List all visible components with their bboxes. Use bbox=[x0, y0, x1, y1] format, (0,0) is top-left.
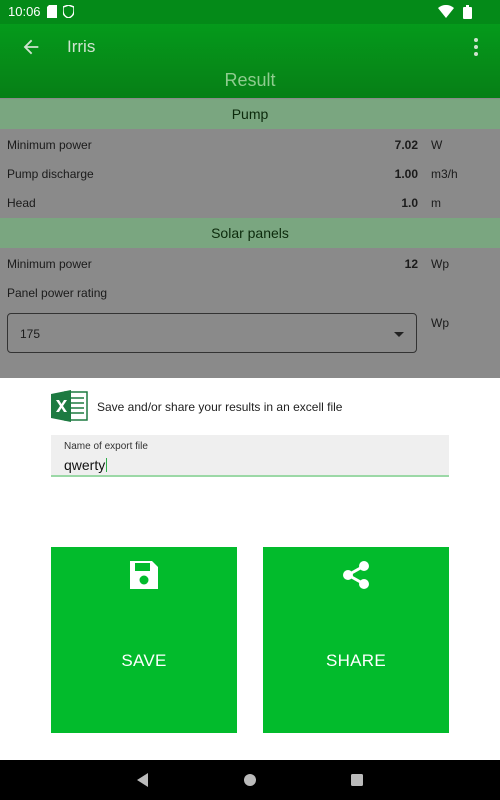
sd-card-icon bbox=[47, 5, 57, 18]
panel-rating-dropdown[interactable]: 175 bbox=[7, 313, 417, 353]
share-button[interactable]: SHARE bbox=[263, 547, 449, 733]
share-button-label: SHARE bbox=[325, 651, 387, 670]
row-unit: m bbox=[431, 196, 441, 210]
nav-back-icon[interactable] bbox=[135, 772, 151, 788]
app-bar: Irris Result bbox=[0, 24, 500, 98]
pump-row-discharge: Pump discharge 1.00 m3/h bbox=[0, 159, 500, 188]
pump-section-header: Pump bbox=[0, 99, 500, 129]
shield-icon bbox=[63, 5, 74, 18]
save-button[interactable]: SAVE bbox=[51, 547, 237, 733]
row-unit: m3/h bbox=[431, 167, 458, 181]
row-value: 12 bbox=[404, 257, 418, 271]
panel-rating-unit: Wp bbox=[431, 316, 449, 330]
arrow-back-icon[interactable] bbox=[20, 36, 42, 58]
row-unit: Wp bbox=[431, 257, 449, 271]
nav-recents-icon[interactable] bbox=[349, 772, 365, 788]
export-filename-input[interactable]: qwerty bbox=[64, 457, 108, 473]
status-bar: 10:06 bbox=[0, 0, 500, 24]
export-filename-value: qwerty bbox=[64, 457, 106, 473]
solar-row-min-power: Minimum power 12 Wp bbox=[0, 249, 500, 278]
panel-rating-value: 175 bbox=[20, 327, 41, 341]
share-icon bbox=[343, 561, 369, 589]
save-button-label: SAVE bbox=[121, 651, 167, 670]
export-filename-label: Name of export file bbox=[64, 441, 148, 452]
floppy-disk-icon bbox=[130, 561, 158, 589]
row-unit: W bbox=[431, 138, 443, 152]
pump-row-head: Head 1.0 m bbox=[0, 188, 500, 217]
row-value: 1.0 bbox=[401, 196, 418, 210]
text-cursor bbox=[106, 458, 108, 472]
export-message: Save and/or share your results in an exc… bbox=[97, 400, 343, 414]
panel-rating-label: Panel power rating bbox=[7, 286, 108, 300]
solar-row-rating-label: Panel power rating bbox=[0, 278, 500, 307]
export-filename-field[interactable]: Name of export file qwerty bbox=[51, 435, 449, 477]
results-content: Pump Minimum power 7.02 W Pump discharge… bbox=[0, 98, 500, 378]
row-value: 7.02 bbox=[394, 138, 418, 152]
excel-icon bbox=[51, 390, 88, 422]
nav-home-icon[interactable] bbox=[242, 772, 258, 788]
row-label: Head bbox=[7, 196, 36, 210]
page-subtitle: Result bbox=[224, 70, 276, 90]
dropdown-caret-icon bbox=[394, 332, 404, 337]
app-title: Irris bbox=[67, 37, 96, 56]
row-label: Minimum power bbox=[7, 138, 92, 152]
wifi-icon bbox=[438, 5, 454, 18]
row-label: Minimum power bbox=[7, 257, 92, 271]
status-time: 10:06 bbox=[8, 4, 41, 19]
solar-section-header: Solar panels bbox=[0, 218, 500, 248]
pump-row-min-power: Minimum power 7.02 W bbox=[0, 130, 500, 159]
export-bottom-sheet: Save and/or share your results in an exc… bbox=[0, 378, 500, 760]
row-label: Pump discharge bbox=[7, 167, 94, 181]
system-nav-bar bbox=[0, 760, 500, 800]
battery-icon bbox=[463, 5, 472, 19]
row-value: 1.00 bbox=[394, 167, 418, 181]
more-vert-icon[interactable] bbox=[472, 38, 480, 56]
